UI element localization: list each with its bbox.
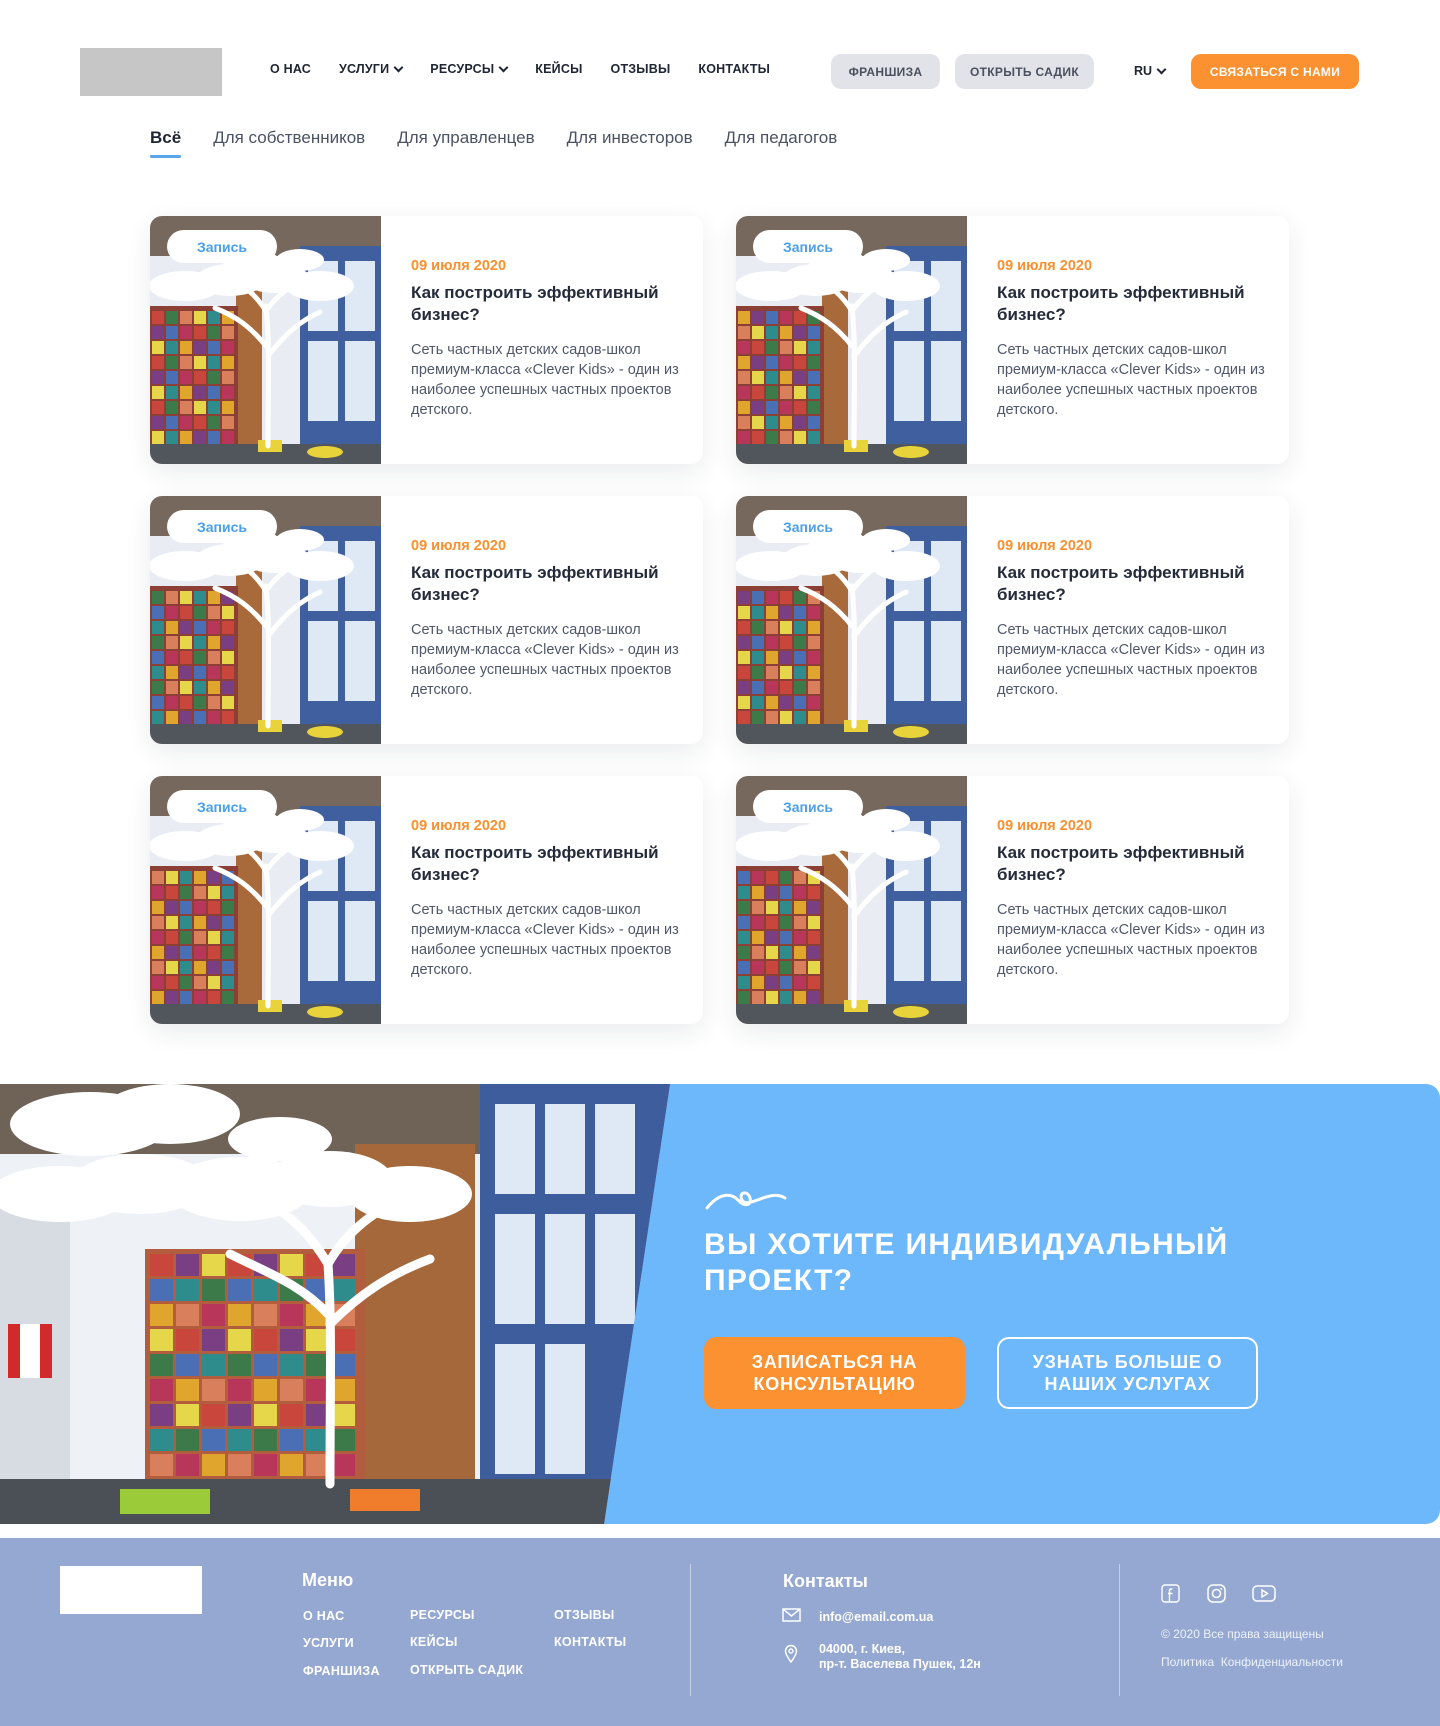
tab-all[interactable]: Всё (150, 128, 182, 158)
cta-banner: ВЫ ХОТИТЕ ИНДИВИДУАЛЬНЫЙ ПРОЕКТ? ЗАПИСАТ… (0, 1084, 1440, 1524)
article-badge: Запись (167, 230, 277, 263)
site-header: О НАС УСЛУГИ РЕСУРСЫ КЕЙСЫ ОТЗЫВЫ КОНТАК… (0, 0, 1440, 120)
article-body: 09 июля 2020 Как построить эффективный б… (997, 818, 1267, 980)
article-title[interactable]: Как построить эффективный бизнес? (411, 282, 681, 326)
article-body: 09 июля 2020 Как построить эффективный б… (411, 538, 681, 700)
site-footer: Меню О НАС УСЛУГИ ФРАНШИЗА РЕСУРСЫ КЕЙСЫ… (0, 1538, 1440, 1726)
franchise-button[interactable]: ФРАНШИЗА (831, 54, 940, 89)
learn-more-button[interactable]: УЗНАТЬ БОЛЬШЕ О НАШИХ УСЛУГАХ (997, 1337, 1258, 1409)
chevron-down-icon (393, 62, 404, 72)
article-badge: Запись (167, 510, 277, 543)
article-excerpt: Сеть частных детских садов-школ премиум-… (411, 902, 679, 978)
address-line-2: пр-т. Васелева Пушек, 12н (819, 1657, 981, 1671)
chevron-down-icon (498, 62, 509, 72)
footer-email[interactable]: info@email.com.ua (819, 1610, 933, 1625)
footer-address: 04000, г. Киев, пр-т. Васелева Пушек, 12… (819, 1642, 981, 1672)
chevron-down-icon (1156, 64, 1167, 74)
footer-link-resources[interactable]: РЕСУРСЫ (410, 1608, 475, 1622)
article-badge: Запись (167, 790, 277, 823)
footer-divider (1119, 1564, 1120, 1696)
language-selector[interactable]: RU (1134, 64, 1167, 78)
nav-reviews[interactable]: ОТЗЫВЫ (611, 62, 671, 76)
facebook-icon[interactable] (1161, 1584, 1180, 1603)
article-date: 09 июля 2020 (997, 538, 1093, 554)
copyright-text: © 2020 Все права защищены (1161, 1627, 1324, 1641)
article-badge: Запись (753, 510, 863, 543)
article-excerpt: Сеть частных детских садов-школ премиум-… (997, 622, 1265, 698)
nav-services[interactable]: УСЛУГИ (339, 62, 404, 76)
footer-link-about[interactable]: О НАС (303, 1609, 344, 1623)
article-body: 09 июля 2020 Как построить эффективный б… (411, 258, 681, 420)
footer-link-services[interactable]: УСЛУГИ (303, 1636, 354, 1650)
article-body: 09 июля 2020 Как построить эффективный б… (411, 818, 681, 980)
article-date: 09 июля 2020 (997, 818, 1093, 834)
article-excerpt: Сеть частных детских садов-школ премиум-… (411, 622, 679, 698)
youtube-icon[interactable] (1252, 1585, 1276, 1602)
logo[interactable] (80, 48, 222, 96)
category-tabs: Всё Для собственников Для управленцев Дл… (150, 128, 869, 158)
footer-link-franchise[interactable]: ФРАНШИЗА (303, 1664, 380, 1678)
contact-us-button[interactable]: СВЯЗАТЬСЯ С НАМИ (1191, 54, 1359, 89)
tab-owners[interactable]: Для собственников (213, 128, 365, 158)
nav-contacts[interactable]: КОНТАКТЫ (698, 62, 770, 76)
location-pin-icon (784, 1644, 798, 1663)
article-card[interactable]: Запись 09 июля 2020 Как построить эффект… (150, 776, 703, 1024)
article-date: 09 июля 2020 (411, 818, 507, 834)
article-excerpt: Сеть частных детских садов-школ премиум-… (997, 342, 1265, 418)
article-title[interactable]: Как построить эффективный бизнес? (997, 842, 1267, 886)
footer-logo[interactable] (60, 1566, 202, 1614)
banner-photo (0, 1084, 670, 1524)
article-date: 09 июля 2020 (411, 538, 507, 554)
article-card[interactable]: Запись 09 июля 2020 Как построить эффект… (736, 216, 1289, 464)
main-nav: О НАС УСЛУГИ РЕСУРСЫ КЕЙСЫ ОТЗЫВЫ КОНТАК… (270, 62, 798, 76)
mail-icon (782, 1608, 801, 1622)
open-garden-button[interactable]: ОТКРЫТЬ САДИК (955, 54, 1094, 89)
tab-investors[interactable]: Для инвесторов (567, 128, 693, 158)
footer-menu-title: Меню (302, 1570, 354, 1590)
article-title[interactable]: Как построить эффективный бизнес? (997, 562, 1267, 606)
footer-link-reviews[interactable]: ОТЗЫВЫ (554, 1608, 615, 1622)
article-title[interactable]: Как построить эффективный бизнес? (997, 282, 1267, 326)
footer-link-open-garden[interactable]: ОТКРЫТЬ САДИК (410, 1663, 523, 1677)
footer-divider (690, 1564, 691, 1696)
footer-link-cases[interactable]: КЕЙСЫ (410, 1635, 458, 1649)
tab-teachers[interactable]: Для педагогов (725, 128, 838, 158)
article-card[interactable]: Запись 09 июля 2020 Как построить эффект… (736, 776, 1289, 1024)
article-body: 09 июля 2020 Как построить эффективный б… (997, 538, 1267, 700)
nav-about[interactable]: О НАС (270, 62, 311, 76)
privacy-policy-link[interactable]: Политика Конфиденциальности (1161, 1655, 1343, 1669)
article-date: 09 июля 2020 (997, 258, 1093, 274)
article-card[interactable]: Запись 09 июля 2020 Как построить эффект… (150, 216, 703, 464)
article-excerpt: Сеть частных детских садов-школ премиум-… (411, 342, 679, 418)
nav-resources[interactable]: РЕСУРСЫ (430, 62, 509, 76)
footer-contacts-title: Контакты (783, 1571, 868, 1591)
footer-link-contacts[interactable]: КОНТАКТЫ (554, 1635, 626, 1649)
article-badge: Запись (753, 790, 863, 823)
tab-managers[interactable]: Для управленцев (397, 128, 534, 158)
article-date: 09 июля 2020 (411, 258, 507, 274)
instagram-icon[interactable] (1207, 1584, 1226, 1603)
article-excerpt: Сеть частных детских садов-школ премиум-… (997, 902, 1265, 978)
article-title[interactable]: Как построить эффективный бизнес? (411, 562, 681, 606)
article-badge: Запись (753, 230, 863, 263)
address-line-1: 04000, г. Киев, (819, 1642, 906, 1656)
decorative-squiggle-icon (705, 1191, 787, 1210)
article-card[interactable]: Запись 09 июля 2020 Как построить эффект… (736, 496, 1289, 744)
consultation-button[interactable]: ЗАПИСАТЬСЯ НА КОНСУЛЬТАЦИЮ (704, 1337, 965, 1409)
article-card[interactable]: Запись 09 июля 2020 Как построить эффект… (150, 496, 703, 744)
article-title[interactable]: Как построить эффективный бизнес? (411, 842, 681, 886)
article-body: 09 июля 2020 Как построить эффективный б… (997, 258, 1267, 420)
banner-title: ВЫ ХОТИТЕ ИНДИВИДУАЛЬНЫЙ ПРОЕКТ? (704, 1228, 1229, 1297)
nav-cases[interactable]: КЕЙСЫ (535, 62, 582, 76)
